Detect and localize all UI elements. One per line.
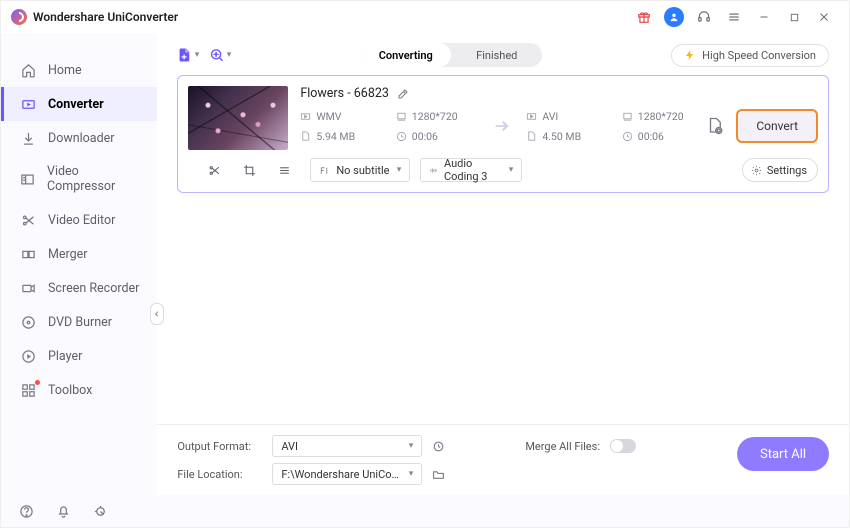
- start-all-button[interactable]: Start All: [737, 437, 829, 471]
- source-format: WMV: [316, 110, 341, 123]
- sidebar-item-label: Home: [48, 63, 82, 78]
- subtitle-dropdown[interactable]: No subtitle ▾: [310, 158, 410, 182]
- target-size: 4.50 MB: [542, 130, 581, 143]
- scissors-icon: [20, 212, 36, 228]
- maximize-button[interactable]: [783, 6, 805, 28]
- sidebar-item-label: Video Compressor: [47, 164, 141, 194]
- sidebar-item-label: Converter: [48, 97, 104, 112]
- hamburger-menu-icon[interactable]: [723, 6, 745, 28]
- convert-button[interactable]: Convert: [736, 109, 818, 143]
- chevron-down-icon: ▾: [227, 50, 232, 60]
- rename-icon[interactable]: [397, 88, 409, 100]
- output-format-dropdown[interactable]: AVI ▾: [272, 435, 422, 457]
- more-icon[interactable]: [278, 164, 291, 177]
- audio-dropdown[interactable]: Audio Coding 3 ▾: [420, 158, 522, 182]
- file-location-dropdown[interactable]: F:\Wondershare UniConverter ▾: [272, 463, 422, 485]
- sidebar: Home Converter Downloader Video Compress…: [1, 33, 157, 495]
- feedback-icon[interactable]: [93, 504, 108, 519]
- chevron-down-icon: ▾: [409, 469, 414, 479]
- headset-icon[interactable]: [693, 6, 715, 28]
- merger-icon: [20, 246, 36, 262]
- file-location-value: F:\Wondershare UniConverter: [281, 468, 402, 481]
- target-format: AVI: [542, 110, 558, 123]
- gift-icon[interactable]: [633, 6, 655, 28]
- source-duration: 00:06: [412, 130, 438, 143]
- refresh-preset-icon[interactable]: [432, 440, 445, 453]
- bell-icon[interactable]: [56, 504, 71, 519]
- play-icon: [20, 348, 36, 364]
- crop-icon[interactable]: [243, 164, 256, 177]
- compress-icon: [20, 171, 35, 187]
- close-button[interactable]: [813, 6, 835, 28]
- settings-button[interactable]: Settings: [742, 158, 818, 182]
- chevron-down-icon: ▾: [195, 50, 200, 60]
- sidebar-item-dvd[interactable]: DVD Burner: [1, 305, 157, 339]
- output-format-value: AVI: [281, 440, 298, 453]
- minimize-button[interactable]: [753, 6, 775, 28]
- collapse-sidebar-button[interactable]: [150, 303, 164, 325]
- high-speed-label: High Speed Conversion: [702, 49, 816, 62]
- sidebar-item-label: Downloader: [48, 131, 115, 146]
- file-location-label: File Location:: [177, 468, 262, 481]
- add-url-button[interactable]: ▾: [209, 44, 231, 66]
- sidebar-item-downloader[interactable]: Downloader: [1, 121, 157, 155]
- audio-value: Audio Coding 3: [444, 157, 503, 183]
- sidebar-item-compressor[interactable]: Video Compressor: [1, 155, 157, 203]
- subtitle-value: No subtitle: [336, 164, 389, 177]
- disc-icon: [20, 314, 36, 330]
- recorder-icon: [20, 280, 36, 296]
- sidebar-item-label: Screen Recorder: [48, 281, 139, 296]
- sidebar-item-label: Merger: [48, 247, 88, 262]
- merge-toggle[interactable]: [610, 439, 636, 453]
- sidebar-item-label: Player: [48, 349, 82, 364]
- file-name: Flowers - 66823: [300, 86, 389, 101]
- tab-finished[interactable]: Finished: [451, 43, 542, 67]
- target-duration: 00:06: [638, 130, 664, 143]
- sidebar-item-player[interactable]: Player: [1, 339, 157, 373]
- add-file-button[interactable]: ▾: [177, 44, 199, 66]
- converter-icon: [20, 96, 36, 112]
- merge-label: Merge All Files:: [525, 440, 600, 453]
- file-card: Flowers - 66823 WMV 1280*720 5.94 MB 00:…: [177, 75, 829, 193]
- target-resolution: 1280*720: [638, 110, 684, 123]
- output-format-label: Output Format:: [177, 440, 262, 453]
- sidebar-item-converter[interactable]: Converter: [1, 87, 157, 121]
- help-icon[interactable]: [19, 504, 34, 519]
- chevron-down-icon: ▾: [409, 441, 414, 451]
- app-title: Wondershare UniConverter: [33, 10, 178, 24]
- user-avatar[interactable]: [663, 6, 685, 28]
- sidebar-item-toolbox[interactable]: Toolbox: [1, 373, 157, 407]
- sidebar-item-label: DVD Burner: [48, 315, 112, 330]
- settings-label: Settings: [767, 164, 807, 177]
- chevron-down-icon: ▾: [509, 165, 514, 175]
- chevron-down-icon: ▾: [397, 165, 402, 175]
- source-resolution: 1280*720: [412, 110, 458, 123]
- sidebar-item-merger[interactable]: Merger: [1, 237, 157, 271]
- source-size: 5.94 MB: [316, 130, 355, 143]
- sidebar-item-home[interactable]: Home: [1, 53, 157, 87]
- trim-icon[interactable]: [208, 164, 221, 177]
- sidebar-item-recorder[interactable]: Screen Recorder: [1, 271, 157, 305]
- open-folder-icon[interactable]: [432, 468, 445, 481]
- high-speed-button[interactable]: High Speed Conversion: [671, 44, 829, 67]
- download-icon: [20, 130, 36, 146]
- toolbox-icon: [20, 382, 36, 398]
- preset-settings-icon[interactable]: [706, 117, 724, 135]
- convert-arrow-icon: [480, 115, 526, 137]
- home-icon: [20, 62, 36, 78]
- video-thumbnail[interactable]: [188, 86, 288, 150]
- sidebar-item-editor[interactable]: Video Editor: [1, 203, 157, 237]
- sidebar-item-label: Video Editor: [48, 213, 115, 228]
- app-logo: [11, 9, 27, 25]
- tab-converting[interactable]: Converting: [360, 43, 451, 67]
- sidebar-item-label: Toolbox: [48, 383, 92, 398]
